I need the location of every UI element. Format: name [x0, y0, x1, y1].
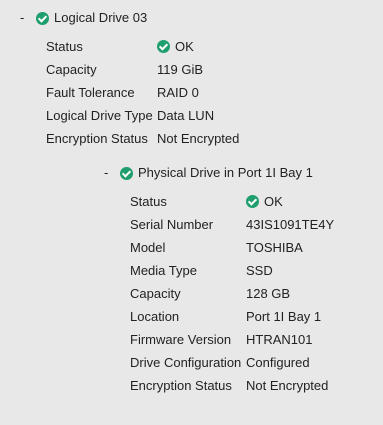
property-value-cell: OK: [157, 35, 239, 58]
status-value: OK: [264, 194, 283, 209]
property-value: RAID 0: [157, 85, 199, 100]
property-label: Encryption Status: [46, 131, 148, 146]
property-label: Drive Configuration: [130, 355, 242, 370]
property-label: Serial Number: [130, 217, 214, 232]
property-value: Not Encrypted: [246, 378, 329, 393]
property-value: 43IS1091TE4Y: [246, 217, 335, 232]
property-row-firmware-version: Firmware Version HTRAN101: [130, 328, 334, 351]
physical-drive-properties: Status OK Serial Number 43IS1091TE4Y Mod…: [130, 190, 334, 397]
logical-drive-properties: Status OK Capacity 119 GiB Fault Toleran…: [46, 35, 239, 150]
property-label: Model: [130, 240, 166, 255]
property-label: Capacity: [46, 62, 97, 77]
property-row-status: Status OK: [130, 190, 334, 213]
physical-drive-title[interactable]: Physical Drive in Port 1I Bay 1: [138, 164, 313, 182]
property-row-encryption-status: Encryption Status Not Encrypted: [130, 374, 334, 397]
property-value: Not Encrypted: [157, 131, 240, 146]
property-row-fault-tolerance: Fault Tolerance RAID 0: [46, 81, 239, 104]
check-circle-icon: [246, 195, 259, 208]
property-value: Port 1I Bay 1: [246, 309, 322, 324]
check-circle-icon: [36, 11, 49, 25]
property-row-drive-configuration: Drive Configuration Configured: [130, 351, 334, 374]
logical-drive-title[interactable]: Logical Drive 03: [54, 9, 147, 27]
property-row-logical-drive-type: Logical Drive Type Data LUN: [46, 104, 239, 127]
property-value: SSD: [246, 263, 273, 278]
property-row-media-type: Media Type SSD: [130, 259, 334, 282]
property-row-status: Status OK: [46, 35, 239, 58]
check-circle-icon: [120, 166, 133, 180]
property-value-cell: OK: [246, 190, 334, 213]
property-value: Configured: [246, 355, 310, 370]
property-label: Firmware Version: [130, 332, 232, 347]
property-value: Data LUN: [157, 108, 215, 123]
status-value: OK: [175, 39, 194, 54]
physical-drive-header[interactable]: - Physical Drive in Port 1I Bay 1: [104, 164, 313, 182]
property-label: Encryption Status: [130, 378, 232, 393]
property-label: Capacity: [130, 286, 181, 301]
property-label: Status: [130, 194, 167, 209]
property-row-capacity: Capacity 128 GB: [130, 282, 334, 305]
property-row-location: Location Port 1I Bay 1: [130, 305, 334, 328]
property-value: HTRAN101: [246, 332, 313, 347]
property-value: TOSHIBA: [246, 240, 303, 255]
check-circle-icon: [157, 40, 170, 53]
property-label: Fault Tolerance: [46, 85, 135, 100]
property-label: Media Type: [130, 263, 197, 278]
property-row-model: Model TOSHIBA: [130, 236, 334, 259]
property-row-encryption-status: Encryption Status Not Encrypted: [46, 127, 239, 150]
property-row-serial-number: Serial Number 43IS1091TE4Y: [130, 213, 334, 236]
property-label: Logical Drive Type: [46, 108, 153, 123]
property-label: Status: [46, 39, 83, 54]
logical-drive-header[interactable]: - Logical Drive 03: [20, 9, 147, 27]
property-label: Location: [130, 309, 180, 324]
property-value: 119 GiB: [157, 62, 204, 77]
collapse-toggle-logical-drive[interactable]: -: [20, 9, 36, 27]
property-row-capacity: Capacity 119 GiB: [46, 58, 239, 81]
collapse-toggle-physical-drive[interactable]: -: [104, 164, 120, 182]
property-value: 128 GB: [246, 286, 291, 301]
